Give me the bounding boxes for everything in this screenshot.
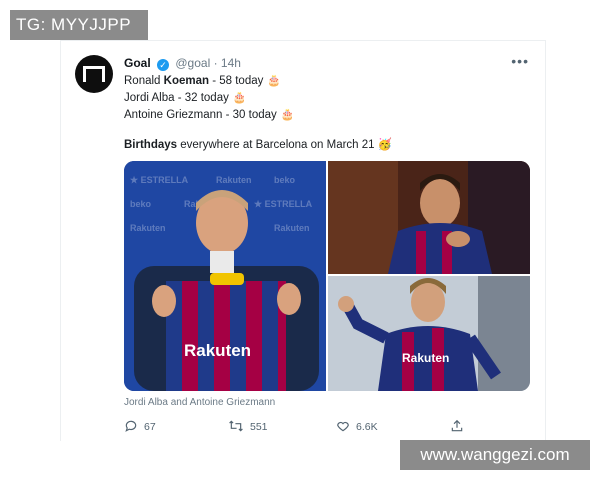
koeman-illustration: ★ ESTRELLA Rakuten beko beko Rakuten ★ ESTRE… (124, 161, 326, 391)
svg-text:Rakuten: Rakuten (184, 341, 251, 360)
retweet-button[interactable]: 551 (228, 419, 268, 433)
action-bar: 67 551 6.6K (124, 419, 530, 437)
retweet-icon (229, 420, 243, 432)
watermark-top-left: TG: MYYJJPP (10, 10, 148, 40)
griezmann-illustration: Rakuten (328, 276, 530, 391)
tweet-header: Goal ✓ @goal · 14h (124, 56, 241, 71)
media-grid: ★ ESTRELLA Rakuten beko beko Rakuten ★ ESTRE… (124, 161, 530, 391)
like-count: 6.6K (356, 421, 378, 433)
tweet-text: Ronald Koeman - 58 today 🎂 Jordi Alba - 3… (124, 73, 294, 124)
line-text: Ronald (124, 75, 164, 87)
author-name[interactable]: Goal (124, 56, 151, 70)
svg-text:★ ESTRELLA: ★ ESTRELLA (130, 175, 189, 185)
svg-text:beko: beko (274, 175, 296, 185)
heart-icon (337, 421, 349, 432)
alba-illustration (328, 161, 530, 274)
share-button[interactable] (450, 419, 470, 433)
author-handle[interactable]: @goal (175, 56, 210, 70)
tweet-line: Jordi Alba - 32 today 🎂 (124, 90, 294, 107)
svg-text:beko: beko (130, 199, 152, 209)
media-caption: Jordi Alba and Antoine Griezmann (124, 397, 276, 408)
retweet-count: 551 (250, 421, 268, 433)
goal-logo-icon (83, 66, 105, 82)
tweet-time[interactable]: 14h (221, 56, 241, 70)
separator-dot: · (213, 56, 218, 70)
svg-text:Rakuten: Rakuten (402, 351, 449, 365)
svg-text:★ ESTRELLA: ★ ESTRELLA (254, 199, 313, 209)
cake-icon: 🎂 (267, 75, 282, 87)
svg-text:Rakuten: Rakuten (130, 223, 166, 233)
like-button[interactable]: 6.6K (336, 419, 378, 433)
watermark-bottom-right: www.wanggezi.com (400, 440, 590, 470)
cake-icon: 🎂 (232, 92, 247, 104)
svg-text:Rakuten: Rakuten (274, 223, 310, 233)
share-icon (451, 419, 463, 432)
party-emoji-icon: 🥳 (377, 139, 393, 151)
reply-icon (125, 420, 137, 432)
avatar[interactable] (75, 55, 113, 93)
line-bold-text: Koeman (163, 75, 210, 87)
verified-badge-icon: ✓ (157, 59, 170, 71)
svg-text:Rakuten: Rakuten (216, 175, 252, 185)
reply-count: 67 (144, 421, 156, 433)
birthday-bold-text: Birthdays (124, 139, 178, 151)
cake-icon: 🎂 (280, 109, 295, 121)
birthday-line: Birthdays everywhere at Barcelona on Mar… (124, 137, 392, 151)
more-options-icon[interactable]: ••• (511, 53, 529, 69)
photo-jordi-alba[interactable] (328, 161, 530, 274)
line-suffix: - 58 today (209, 75, 264, 87)
tweet-line: Antoine Griezmann - 30 today 🎂 (124, 107, 294, 124)
photo-koeman[interactable]: ★ ESTRELLA Rakuten beko beko Rakuten ★ ESTRE… (124, 161, 326, 391)
line-text: Jordi Alba - 32 today (124, 92, 229, 104)
tweet-card: Goal ✓ @goal · 14h ••• Ronald Koeman - 5… (60, 40, 546, 441)
photo-griezmann[interactable]: Rakuten (328, 276, 530, 391)
reply-button[interactable]: 67 (124, 419, 156, 433)
tweet-line: Ronald Koeman - 58 today 🎂 (124, 73, 294, 90)
birthday-text: everywhere at Barcelona on March 21 (177, 139, 375, 151)
line-text: Antoine Griezmann - 30 today (124, 109, 277, 121)
